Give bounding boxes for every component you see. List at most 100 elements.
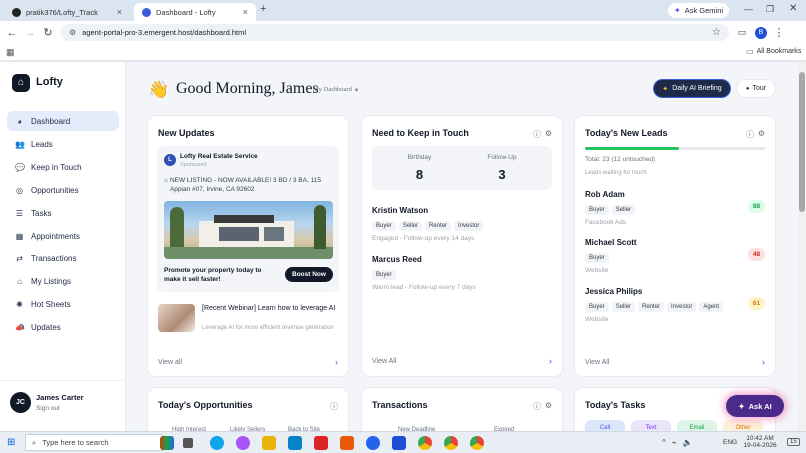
settings-gear-icon[interactable]: ⚙ — [545, 129, 552, 140]
close-window-icon[interactable]: ✕ — [789, 3, 797, 14]
tab-title: pratik376/Lofty_Track — [26, 7, 98, 17]
bookmark-star-icon[interactable]: ☆ — [712, 27, 721, 38]
help-icon[interactable]: ⓘ — [533, 401, 541, 412]
windows-start-icon[interactable]: ⊞ — [7, 437, 15, 448]
new-tab-icon[interactable]: + — [260, 3, 266, 15]
volume-icon[interactable]: 🔈 — [683, 438, 693, 447]
books-app-icon[interactable] — [160, 436, 174, 450]
sidebar-item-transactions[interactable]: ⇄ Transactions — [7, 248, 119, 268]
notification-badge[interactable]: 15 — [787, 438, 800, 446]
chevron-right-icon[interactable]: › — [335, 357, 338, 367]
maximize-icon[interactable]: ❐ — [766, 4, 774, 15]
target-icon: ◎ — [16, 185, 23, 195]
list-item[interactable]: Marcus Reed Buyer Warm lead - Follow-up … — [372, 255, 552, 291]
sponsor-avatar: L — [164, 154, 176, 166]
table-row[interactable]: Jessica Philips Buyer Seller Renter Investo… — [585, 287, 765, 329]
close-tab-icon[interactable]: × — [117, 7, 122, 17]
help-icon[interactable]: ⓘ — [330, 401, 338, 412]
back-icon[interactable]: ← — [3, 27, 21, 39]
view-all-link[interactable]: View all — [158, 359, 182, 366]
webinar-thumbnail — [158, 304, 195, 332]
forward-icon[interactable]: → — [21, 27, 39, 39]
task-view-icon[interactable] — [183, 438, 193, 448]
reload-icon[interactable]: ↻ — [39, 26, 57, 39]
profile-avatar[interactable]: B — [755, 26, 767, 39]
boost-now-button[interactable]: Boost Now — [285, 267, 333, 282]
page-scrollbar[interactable] — [798, 62, 806, 431]
language-indicator[interactable]: ENG — [723, 439, 737, 446]
user-avatar[interactable]: JC — [10, 392, 31, 413]
sidebar-item-updates[interactable]: 📣 Updates — [7, 317, 119, 337]
chrome-icon[interactable] — [470, 436, 484, 450]
sign-out-link[interactable]: Sign out — [36, 405, 60, 412]
main-content: 👋 Good Morning, James My Dashboard ▾ ✦ D… — [126, 62, 798, 448]
scrollbar-thumb[interactable] — [799, 72, 805, 212]
network-icon[interactable]: ⌁ — [672, 438, 677, 447]
sponsored-post[interactable]: L Lofty Real Estate Service Sponsored ⌂ … — [157, 146, 339, 292]
all-bookmarks-button[interactable]: ▭ All Bookmarks — [746, 47, 801, 56]
followup-count[interactable]: 3 — [467, 167, 537, 182]
table-row[interactable]: Michael Scott Buyer Website 48 — [585, 238, 765, 280]
sidebar-item-hot-sheets[interactable]: ✺ Hot Sheets — [7, 294, 119, 314]
sidebar-item-label: Dashboard — [31, 116, 71, 126]
view-all-link[interactable]: View All — [585, 359, 609, 366]
sidebar-item-my-listings[interactable]: ⌂ My Listings — [7, 271, 119, 291]
brave-icon[interactable] — [340, 436, 354, 450]
sidebar-item-appointments[interactable]: ▦ Appointments — [7, 226, 119, 246]
search-placeholder: Type here to search — [42, 438, 109, 447]
tab-dashboard[interactable]: Dashboard - Lofty × — [134, 3, 256, 21]
chevron-up-icon[interactable]: ^ — [662, 438, 666, 447]
menu-kebab-icon[interactable]: ⋮ — [770, 26, 788, 39]
settings-gear-icon[interactable]: ⚙ — [545, 401, 552, 412]
vscode-icon[interactable] — [392, 436, 406, 450]
all-bookmarks-label: All Bookmarks — [756, 48, 802, 55]
sidebar-item-dashboard[interactable]: ◕ Dashboard — [7, 111, 119, 131]
dashboard-selector[interactable]: My Dashboard ▾ — [313, 86, 358, 94]
help-icon[interactable]: ⓘ — [746, 129, 754, 140]
zoom-icon[interactable] — [366, 436, 380, 450]
chrome-icon[interactable] — [418, 436, 432, 450]
webinar-title[interactable]: [Recent Webinar] Learn how to leverage A… — [202, 304, 342, 313]
chevron-right-icon[interactable]: › — [549, 356, 552, 366]
sidebar-item-keep-in-touch[interactable]: 💬 Keep in Touch — [7, 157, 119, 177]
chrome-icon[interactable] — [444, 436, 458, 450]
tag: Seller — [611, 205, 636, 215]
cast-icon[interactable]: ▭ — [733, 27, 751, 38]
youtube-icon[interactable] — [314, 436, 328, 450]
file-explorer-icon[interactable] — [262, 436, 276, 450]
daily-ai-briefing-button[interactable]: ✦ Daily AI Briefing — [654, 80, 730, 97]
transactions-icon: ⇄ — [16, 253, 23, 263]
site-info-icon[interactable]: ⚙ — [69, 28, 76, 37]
address-bar[interactable]: ⚙ agent-portal-pro-3.emergent.host/dashb… — [61, 24, 729, 41]
birthday-count[interactable]: 8 — [372, 167, 467, 182]
table-row[interactable]: Rob Adam Buyer Seller Facebook Ads 88 — [585, 190, 765, 232]
ask-gemini-button[interactable]: ✦ Ask Gemini — [668, 3, 730, 18]
tour-button[interactable]: ● Tour — [737, 80, 775, 97]
lead-score-badge: 88 — [748, 200, 765, 213]
clock[interactable]: 10:42 AM 19-04-2026 — [741, 435, 779, 449]
chevron-right-icon[interactable]: › — [762, 357, 765, 367]
settings-gear-icon[interactable]: ⚙ — [758, 129, 765, 140]
ai-briefing-label: Daily AI Briefing — [672, 85, 722, 92]
help-icon[interactable]: ⓘ — [533, 129, 541, 140]
list-item[interactable]: Kristin Watson Buyer Seller Renter Investor… — [372, 206, 552, 242]
view-all-link[interactable]: View All — [372, 358, 396, 365]
sidebar-item-leads[interactable]: 👥 Leads — [7, 134, 119, 154]
copilot-icon[interactable] — [236, 436, 250, 450]
close-tab-icon[interactable]: × — [243, 7, 248, 17]
taskbar-search[interactable]: ⌕ Type here to search — [25, 434, 163, 451]
edge-icon[interactable] — [210, 436, 224, 450]
folder-icon: ▭ — [746, 47, 754, 56]
house-icon: ⌂ — [164, 177, 168, 184]
apps-grid-icon[interactable]: ▦ — [6, 47, 15, 58]
listings-icon: ⌂ — [17, 276, 22, 286]
listing-house-image — [164, 201, 333, 259]
sidebar: ⌂ Lofty ◕ Dashboard 👥 Leads 💬 Keep in To… — [0, 62, 126, 431]
sidebar-item-tasks[interactable]: ☰ Tasks — [7, 203, 119, 223]
outlook-icon[interactable] — [288, 436, 302, 450]
sidebar-item-opportunities[interactable]: ◎ Opportunities — [7, 180, 119, 200]
ask-ai-button[interactable]: ✦ Ask AI — [726, 395, 784, 417]
tab-github[interactable]: pratik376/Lofty_Track × — [4, 3, 130, 21]
minimize-icon[interactable]: — — [744, 4, 753, 14]
lead-name: Jessica Philips — [585, 287, 643, 296]
